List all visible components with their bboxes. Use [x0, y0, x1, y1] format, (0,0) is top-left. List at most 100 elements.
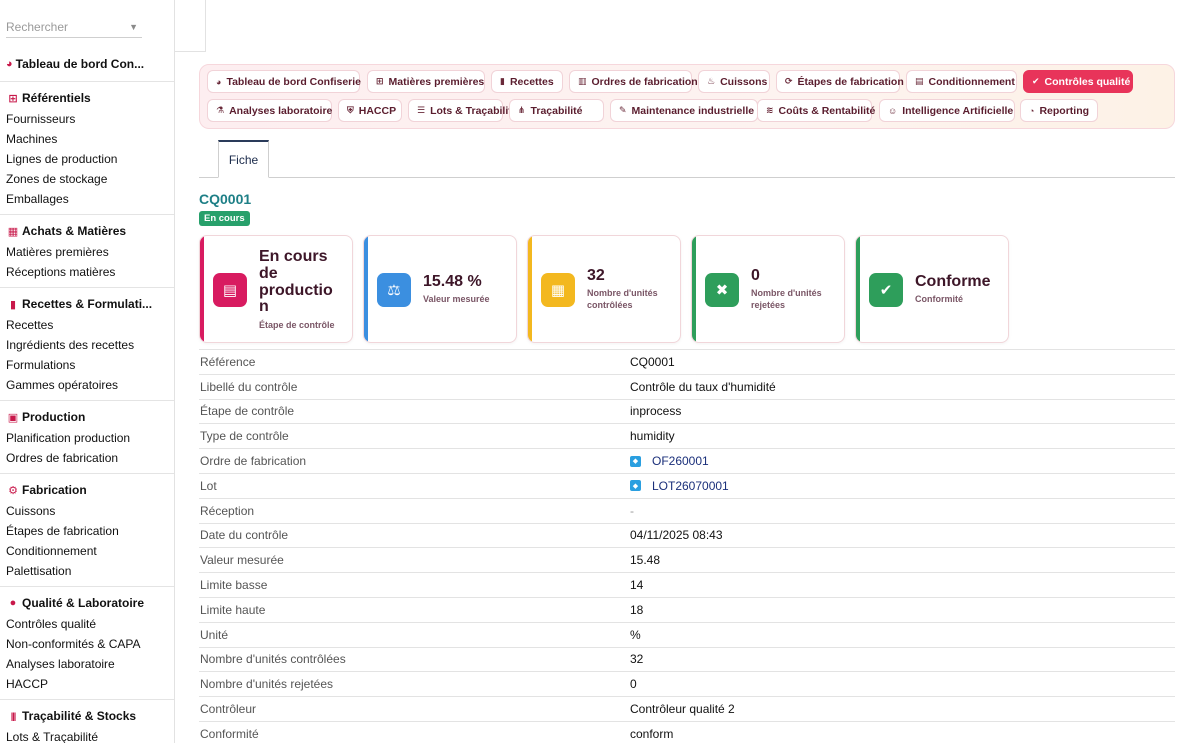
- module-button[interactable]: ◔ Reporting: [1020, 99, 1098, 122]
- sidebar-item[interactable]: Non-conformités & CAPA: [0, 634, 174, 654]
- link-icon[interactable]: ◆: [630, 455, 641, 467]
- module-bar: ◕ Tableau de bord Confiserie ⊞ Matières pre…: [199, 64, 1175, 129]
- field-label: Ordre de fabrication: [200, 454, 307, 469]
- sidebar-section-title[interactable]: ● Qualité & Laboratoire: [0, 592, 174, 614]
- detail-row: Référence CQ0001: [199, 349, 1175, 374]
- sidebar-section-title[interactable]: ⊞ Référentiels: [0, 87, 174, 109]
- field-value[interactable]: ◆ LOT26070001: [630, 479, 729, 493]
- field-label: Type de contrôle: [200, 429, 289, 444]
- module-icon: ✔: [1032, 76, 1040, 86]
- module-button[interactable]: ☰ Lots & Traçabilité: [408, 99, 518, 122]
- kpi-label: Conformité: [915, 294, 963, 304]
- field-value[interactable]: ◆ OF260001: [630, 454, 709, 468]
- module-icon: ≋: [766, 105, 774, 115]
- kpi-value: Conforme: [915, 273, 991, 290]
- sidebar-item[interactable]: Emballages: [0, 189, 174, 209]
- kpi-accent-bar: [528, 236, 532, 342]
- record-link[interactable]: OF260001: [652, 454, 709, 468]
- sidebar-section-title[interactable]: ▦ Achats & Matières: [0, 220, 174, 242]
- module-button[interactable]: ✎ Maintenance industrielle: [610, 99, 758, 122]
- sidebar-item[interactable]: Conditionnement: [0, 541, 174, 561]
- field-label: Nombre d'unités rejetées: [200, 677, 334, 692]
- module-button[interactable]: ▥ Ordres de fabrication: [569, 70, 698, 93]
- module-button[interactable]: ▤ Conditionnement: [906, 70, 1017, 93]
- field-value: 15.48: [630, 553, 661, 568]
- module-button[interactable]: ☺ Intelligence Artificielle: [879, 99, 1015, 122]
- sidebar-item[interactable]: Palettisation: [0, 561, 174, 581]
- module-button[interactable]: ♨ Cuissons: [698, 70, 770, 93]
- sidebar-item[interactable]: Recettes: [0, 315, 174, 335]
- record-link[interactable]: LOT26070001: [652, 479, 729, 493]
- sidebar-item[interactable]: Formulations: [0, 355, 174, 375]
- module-button[interactable]: ⟳ Étapes de fabrication: [776, 70, 904, 93]
- sidebar-item[interactable]: HACCP: [0, 674, 174, 694]
- field-value: CQ0001: [630, 354, 675, 369]
- field-value: 0: [630, 677, 637, 692]
- module-label: Coûts & Rentabilité: [778, 104, 876, 117]
- module-icon: ⛨: [347, 105, 354, 115]
- details-table: Référence CQ0001 Libellé du contrôle Contrô…: [199, 349, 1175, 743]
- sidebar-item[interactable]: Lignes de production: [0, 149, 174, 169]
- sidebar-item[interactable]: Matières premières: [0, 242, 174, 262]
- module-label: Reporting: [1039, 104, 1090, 117]
- kpi-accent-bar: [692, 236, 696, 342]
- field-value: 32: [630, 652, 644, 667]
- boxes-icon: ▦: [7, 225, 19, 238]
- sidebar-section-title[interactable]: ▣ Production: [0, 406, 174, 428]
- module-button[interactable]: ⋔ Traçabilité: [509, 99, 604, 122]
- sidebar-item[interactable]: Planification production: [0, 428, 174, 448]
- field-value: -: [630, 503, 634, 518]
- sidebar-item[interactable]: Étapes de fabrication: [0, 521, 174, 541]
- module-button[interactable]: ◕ Tableau de bord Confiserie: [207, 70, 361, 93]
- tab-fiche[interactable]: Fiche: [218, 140, 269, 178]
- field-value: 04/11/2025 08:43: [630, 528, 723, 543]
- sidebar-item[interactable]: Réceptions matières: [0, 262, 174, 282]
- module-button[interactable]: ≋ Coûts & Rentabilité: [757, 99, 875, 122]
- field-value: humidity: [630, 429, 675, 444]
- kpi-label: Nombre d'unités contrôlées: [587, 288, 658, 310]
- sidebar-section-title[interactable]: ||| Traçabilité & Stocks: [0, 705, 174, 727]
- sidebar-section-title[interactable]: ⚙ Fabrication: [0, 479, 174, 501]
- detail-row: Nombre d'unités contrôlées 32: [199, 646, 1175, 672]
- caret-down-icon[interactable]: ▼: [129, 16, 138, 38]
- module-button[interactable]: ⛨ HACCP: [338, 99, 402, 122]
- sidebar-item[interactable]: Analyses laboratoire: [0, 654, 174, 674]
- field-value: 14: [630, 578, 644, 593]
- sidebar-item[interactable]: Zones de stockage: [0, 169, 174, 189]
- sidebar-divider: [0, 81, 174, 82]
- sidebar-section-label: Référentiels: [22, 91, 91, 105]
- module-button[interactable]: ⚗ Analyses laboratoire: [207, 99, 332, 122]
- sidebar-item[interactable]: Machines: [0, 129, 174, 149]
- sidebar-item-dashboard[interactable]: ◕ Tableau de bord Con...: [0, 52, 174, 76]
- module-button[interactable]: ✔ Contrôles qualité: [1023, 70, 1133, 93]
- sidebar-item[interactable]: Fournisseurs: [0, 109, 174, 129]
- sidebar-item[interactable]: Ingrédients des recettes: [0, 335, 174, 355]
- detail-row: Limite basse 14: [199, 572, 1175, 597]
- kpi-value: 15.48 %: [423, 273, 482, 290]
- check-circle-icon: ●: [9, 597, 17, 609]
- sitemap-icon: ⊞: [8, 92, 18, 105]
- link-icon[interactable]: ◆: [630, 480, 641, 492]
- sidebar-item[interactable]: Lots & Traçabilité: [0, 727, 174, 743]
- module-button[interactable]: ⊞ Matières premières: [367, 70, 485, 93]
- sidebar-item[interactable]: Ordres de fabrication: [0, 448, 174, 468]
- kpi-card: ▦ 32 Nombre d'unités contrôlées: [527, 235, 681, 343]
- sidebar-item[interactable]: Cuissons: [0, 501, 174, 521]
- module-icon: ☰: [417, 105, 426, 115]
- sidebar-divider: [0, 287, 174, 288]
- search-select[interactable]: Rechercher ▼: [6, 16, 142, 38]
- module-button[interactable]: ▮ Recettes: [491, 70, 563, 93]
- calendar-icon: ▣: [7, 411, 19, 424]
- sidebar-section-title[interactable]: ▮ Recettes & Formulati...: [0, 293, 174, 315]
- sidebar-item[interactable]: Contrôles qualité: [0, 614, 174, 634]
- module-label: Matières premières: [388, 75, 485, 88]
- module-label: Contrôles qualité: [1044, 75, 1131, 88]
- module-icon: ▤: [915, 76, 924, 86]
- sidebar-item[interactable]: Gammes opératoires: [0, 375, 174, 395]
- module-icon: ☺: [888, 105, 898, 116]
- detail-row: Nombre d'unités rejetées 0: [199, 671, 1175, 696]
- module-icon: ⊞: [376, 76, 384, 86]
- sidebar-divider: [0, 214, 174, 215]
- header-block: [175, 0, 206, 52]
- module-label: Lots & Traçabilité: [430, 104, 518, 117]
